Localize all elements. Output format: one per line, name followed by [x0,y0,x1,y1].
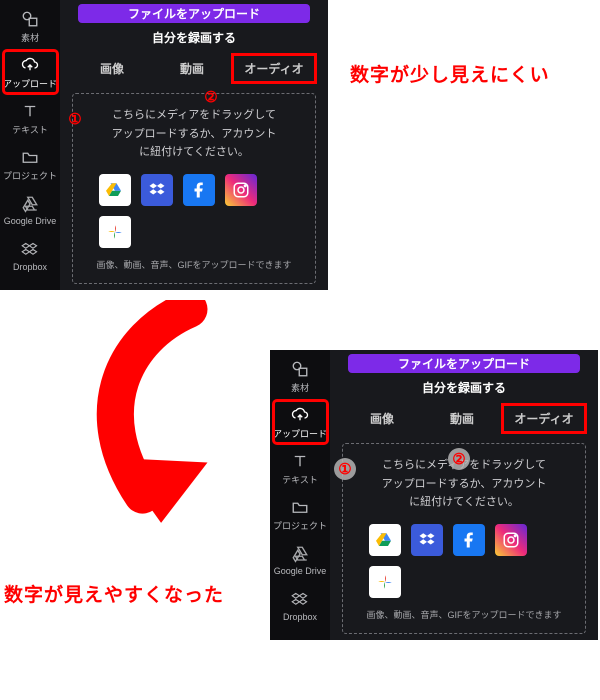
cloud-upload-icon [290,405,310,425]
sidebar-item-label: テキスト [12,123,48,136]
sidebar-item-text[interactable]: テキスト [3,96,58,140]
sidebar-item-projects[interactable]: プロジェクト [3,142,58,186]
cloud-upload-icon [20,55,40,75]
google-drive-icon [20,194,40,214]
sidebar-item-label: 素材 [21,31,39,44]
tab-audio[interactable]: オーディオ [232,54,316,83]
instagram-icon[interactable] [495,524,527,556]
google-drive-icon[interactable] [369,524,401,556]
screenshot-after: 素材 アップロード テキスト プロジェクト Google Drive Dropb… [270,350,598,640]
sidebar-item-label: アップロード [3,77,57,90]
upload-panel: ファイルをアップロード 自分を録画する 画像 動画 オーディオ こちらにメディア… [330,350,598,640]
screenshot-before: 素材 アップロード テキスト プロジェクト Google Drive Dropb… [0,0,328,290]
tab-image[interactable]: 画像 [72,54,152,83]
shapes-icon [20,9,40,29]
sidebar-item-label: Dropbox [283,612,317,622]
record-yourself-button[interactable]: 自分を録画する [348,379,580,396]
upload-file-button[interactable]: ファイルをアップロード [78,4,310,23]
app-grid [99,174,289,248]
google-drive-icon [290,544,310,564]
sidebar-item-label: Google Drive [4,216,57,226]
dropbox-icon [290,590,310,610]
upload-panel: ファイルをアップロード 自分を録画する 画像 動画 オーディオ こちらにメディア… [60,0,328,290]
sidebar-item-label: 素材 [291,381,309,394]
drop-zone[interactable]: こちらにメディアをドラッグして アップロードするか、アカウント に紐付けてくださ… [342,443,586,634]
sidebar-item-text[interactable]: テキスト [273,446,328,490]
marker-1: ① [64,108,86,130]
sidebar-item-googledrive[interactable]: Google Drive [3,188,58,232]
sidebar-item-label: Dropbox [13,262,47,272]
drop-footnote: 画像、動画、音声、GIFをアップロードできます [367,608,562,621]
upload-file-button[interactable]: ファイルをアップロード [348,354,580,373]
tab-image[interactable]: 画像 [342,404,422,433]
sidebar-item-elements[interactable]: 素材 [273,354,328,398]
google-photos-icon[interactable] [99,216,131,248]
facebook-icon[interactable] [183,174,215,206]
dropbox-icon[interactable] [411,524,443,556]
sidebar-item-label: プロジェクト [273,519,327,532]
media-tabs: 画像 動画 オーディオ [342,404,586,433]
tab-audio[interactable]: オーディオ [502,404,586,433]
google-photos-icon[interactable] [369,566,401,598]
google-drive-icon[interactable] [99,174,131,206]
sidebar-item-dropbox[interactable]: Dropbox [273,584,328,628]
sidebar-item-upload[interactable]: アップロード [3,50,58,94]
sidebar-item-label: Google Drive [274,566,327,576]
sidebar-item-elements[interactable]: 素材 [3,4,58,48]
marker-2: ② [448,448,470,470]
drop-zone[interactable]: こちらにメディアをドラッグして アップロードするか、アカウント に紐付けてくださ… [72,93,316,284]
tab-video[interactable]: 動画 [422,404,502,433]
sidebar-item-label: アップロード [273,427,327,440]
annotation-easy-to-see: 数字が見えやすくなった [4,580,224,607]
app-grid [369,524,559,598]
shapes-icon [290,359,310,379]
record-yourself-button[interactable]: 自分を録画する [78,29,310,46]
sidebar-item-googledrive[interactable]: Google Drive [273,538,328,582]
folder-icon [20,147,40,167]
annotation-hard-to-see: 数字が少し見えにくい [350,60,550,87]
dropbox-icon [20,240,40,260]
text-icon [290,451,310,471]
sidebar-item-upload[interactable]: アップロード [273,400,328,444]
sidebar-item-label: プロジェクト [3,169,57,182]
drop-text: こちらにメディアをドラッグして アップロードするか、アカウント に紐付けてくださ… [112,106,277,162]
sidebar-item-dropbox[interactable]: Dropbox [3,234,58,278]
instagram-icon[interactable] [225,174,257,206]
sidebar-item-label: テキスト [282,473,318,486]
marker-1: ① [334,458,356,480]
facebook-icon[interactable] [453,524,485,556]
dropbox-icon[interactable] [141,174,173,206]
text-icon [20,101,40,121]
sidebar-item-projects[interactable]: プロジェクト [273,492,328,536]
drop-footnote: 画像、動画、音声、GIFをアップロードできます [97,258,292,271]
sidebar: 素材 アップロード テキスト プロジェクト Google Drive Dropb… [0,0,60,290]
folder-icon [290,497,310,517]
media-tabs: 画像 動画 オーディオ [72,54,316,83]
marker-2: ② [200,86,222,108]
tab-video[interactable]: 動画 [152,54,232,83]
sidebar: 素材 アップロード テキスト プロジェクト Google Drive Dropb… [270,350,330,640]
arrow-icon [50,300,300,560]
